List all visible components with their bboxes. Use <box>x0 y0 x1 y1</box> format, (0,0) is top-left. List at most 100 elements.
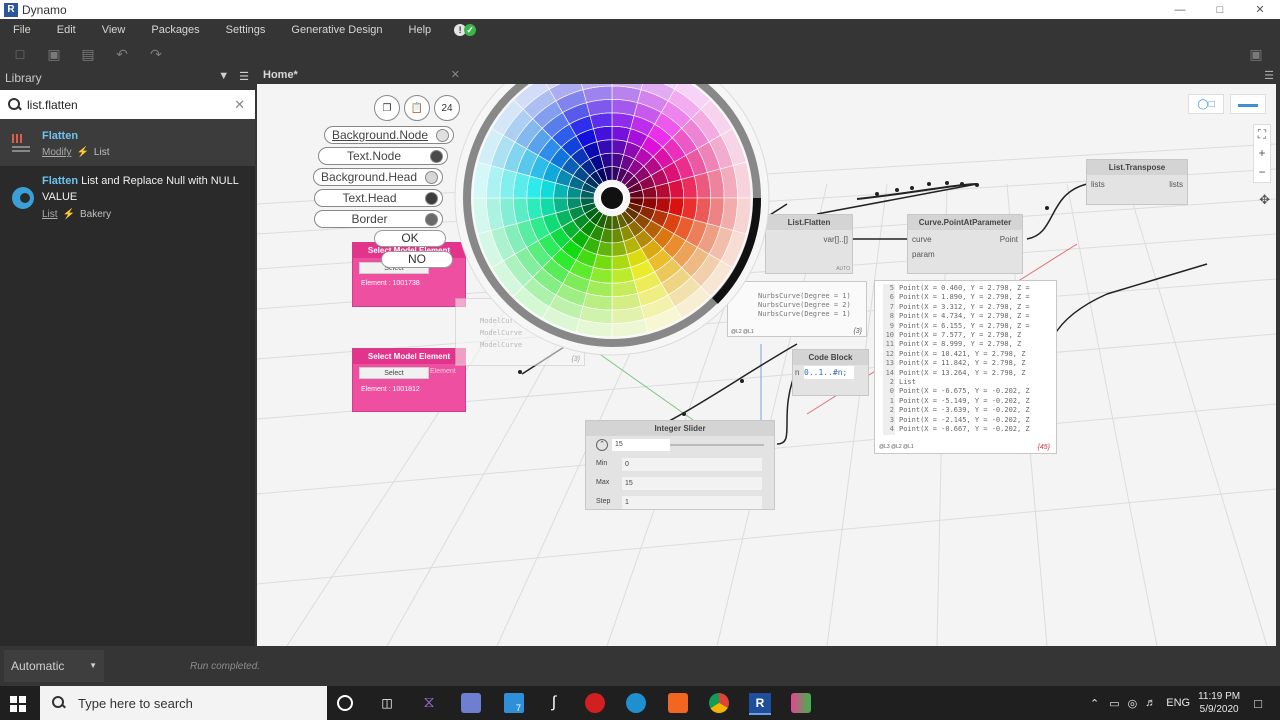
clock[interactable]: 11:19 PM 5/9/2020 <box>1198 690 1240 716</box>
wheel-swatch[interactable] <box>539 197 557 217</box>
screen-recorder-icon[interactable] <box>791 693 811 713</box>
node-output-port[interactable]: Element <box>430 368 456 375</box>
language-indicator[interactable]: ENG <box>1166 697 1190 709</box>
menu-help[interactable]: Help <box>396 24 445 36</box>
tab-menu-icon[interactable]: ☰ <box>1264 69 1274 82</box>
close-tab-icon[interactable]: ✕ <box>451 68 460 82</box>
run-mode-select[interactable]: Automatic ▼ <box>4 650 104 682</box>
menu-settings[interactable]: Settings <box>213 24 279 36</box>
menu-generative-design[interactable]: Generative Design <box>278 24 395 36</box>
result-category-link[interactable]: List <box>42 209 58 220</box>
maximize-button[interactable]: □ <box>1200 0 1240 19</box>
style-option-text-head[interactable]: Text.Head <box>314 189 443 207</box>
file-app-icon[interactable]: 7 <box>504 693 524 713</box>
node-integer-slider[interactable]: Integer Slider ⌃ 15 Min 0 Max 15 Step 1 <box>585 420 775 510</box>
library-search-input[interactable] <box>27 97 227 112</box>
option-label: Text.Head <box>342 191 397 205</box>
network-icon[interactable]: ◎ <box>1128 697 1138 710</box>
node-output-port[interactable]: var[]..[] <box>824 235 848 244</box>
style-option-background-node[interactable]: Background.Node <box>324 126 454 144</box>
volume-icon[interactable]: ♬ <box>1145 697 1156 709</box>
step-input[interactable]: 1 <box>622 496 762 509</box>
paste-style-icon[interactable]: 📋 <box>404 95 430 121</box>
node-input-port[interactable]: n <box>795 368 799 377</box>
node-input-port-param[interactable]: param <box>912 250 935 259</box>
style-option-background-head[interactable]: Background.Head <box>313 168 443 186</box>
zoom-out-icon[interactable]: − <box>1258 163 1265 182</box>
minimize-button[interactable]: — <box>1160 0 1200 19</box>
node-list-flatten[interactable]: List.Flatten var[]..[] AUTO <box>765 214 853 274</box>
slider-expand-icon[interactable]: ⌃ <box>596 439 608 451</box>
graph-canvas[interactable]: ◯□ ▬▬ ⛶ + − ✥ Select Model Element Selec… <box>257 84 1276 646</box>
no-button[interactable]: NO <box>381 251 453 268</box>
brave-icon[interactable] <box>668 693 688 713</box>
ok-button[interactable]: OK <box>374 230 446 247</box>
search-result-flatten[interactable]: Flatten Modify ⚡ List <box>0 119 255 166</box>
result-category-link[interactable]: Modify <box>42 147 71 158</box>
paint-app-icon[interactable] <box>461 693 481 713</box>
node-curve-point-at-parameter[interactable]: Curve.PointAtParameter curve param Point <box>907 214 1023 274</box>
max-input[interactable]: 15 <box>622 477 762 490</box>
taskbar-search[interactable]: Type here to search <box>40 686 327 720</box>
new-file-icon[interactable]: □ <box>12 46 28 62</box>
open-file-icon[interactable]: ▣ <box>46 46 62 62</box>
chrome-icon[interactable] <box>709 693 729 713</box>
clear-search-icon[interactable]: ✕ <box>234 97 245 113</box>
preview-index: 13 <box>883 359 895 369</box>
toolbar: □ ▣ ▤ ↶ ↷ ▣ <box>0 40 1280 68</box>
undo-icon[interactable]: ↶ <box>114 46 130 62</box>
node-output-port[interactable]: Point <box>1000 235 1018 244</box>
zoom-controls: ⛶ + − <box>1253 124 1271 183</box>
node-select-button[interactable]: Select <box>359 367 429 379</box>
ok-status-icon[interactable]: ✓ <box>464 23 477 36</box>
node-select-model-element-b[interactable]: Select Model Element Select Element Elem… <box>352 348 466 412</box>
node-output-port[interactable]: lists <box>1169 180 1183 189</box>
code-block-editor[interactable]: 0..1..#n; <box>804 366 854 379</box>
pan-icon[interactable]: ✥ <box>1259 192 1270 208</box>
preview-index: 11 <box>883 340 895 350</box>
revit-taskbar-icon[interactable]: R <box>749 693 771 715</box>
menu-edit[interactable]: Edit <box>44 24 89 36</box>
wheel-swatch[interactable] <box>611 253 631 271</box>
menu-view[interactable]: View <box>89 24 139 36</box>
graph-view-toggle[interactable]: ▬▬ <box>1230 94 1266 114</box>
tray-expand-icon[interactable]: ⌃ <box>1090 697 1099 710</box>
node-list-transpose[interactable]: List.Transpose lists lists <box>1086 159 1188 205</box>
wheel-swatch[interactable] <box>667 179 685 199</box>
notification-icons[interactable]: ! ✓ <box>454 23 477 36</box>
wheel-center-black[interactable] <box>599 185 625 211</box>
redo-icon[interactable]: ↷ <box>148 46 164 62</box>
zoom-in-icon[interactable]: + <box>1258 144 1265 163</box>
notification-center-icon[interactable]: □ <box>1254 696 1262 711</box>
menu-packages[interactable]: Packages <box>138 24 212 36</box>
windows-start-icon[interactable] <box>10 696 26 712</box>
dynamo-app-icon[interactable]: ∫ <box>544 693 564 713</box>
min-input[interactable]: 0 <box>622 458 762 471</box>
style-option-border[interactable]: Border <box>314 210 443 228</box>
edge-icon[interactable] <box>626 693 646 713</box>
tab-home[interactable]: Home* ✕ <box>258 68 466 84</box>
geometry-view-toggle[interactable]: ◯□ <box>1188 94 1224 114</box>
list-view-icon[interactable]: ☰ <box>239 70 249 83</box>
node-input-port-curve[interactable]: curve <box>912 235 932 244</box>
node-code-block[interactable]: Code Block n 0..1..#n; <box>792 349 869 396</box>
camera-icon[interactable]: ▣ <box>1248 46 1264 62</box>
color-wheel[interactable] <box>452 84 772 358</box>
node-input-port[interactable]: lists <box>1091 180 1105 189</box>
visual-studio-icon[interactable]: ⧖ <box>419 693 439 713</box>
zoom-fit-icon[interactable]: ⛶ <box>1258 125 1266 144</box>
filter-icon[interactable]: ▼ <box>218 70 229 83</box>
opera-icon[interactable] <box>585 693 605 713</box>
slider-value[interactable]: 15 <box>612 439 670 451</box>
copy-style-icon[interactable]: ❐ <box>374 95 400 121</box>
battery-icon[interactable]: ▭ <box>1109 697 1119 710</box>
menu-file[interactable]: File <box>0 24 44 36</box>
style-option-text-node[interactable]: Text.Node <box>318 147 448 165</box>
save-icon[interactable]: ▤ <box>80 46 96 62</box>
task-view-icon[interactable]: ◫ <box>377 693 397 713</box>
wheel-swatch[interactable] <box>593 125 613 143</box>
cortana-icon[interactable] <box>337 695 353 711</box>
close-button[interactable]: ✕ <box>1240 0 1280 19</box>
search-result-flatten-replace-null[interactable]: Flatten List and Replace Null with NULL … <box>0 168 255 228</box>
slider-track[interactable] <box>670 444 764 446</box>
